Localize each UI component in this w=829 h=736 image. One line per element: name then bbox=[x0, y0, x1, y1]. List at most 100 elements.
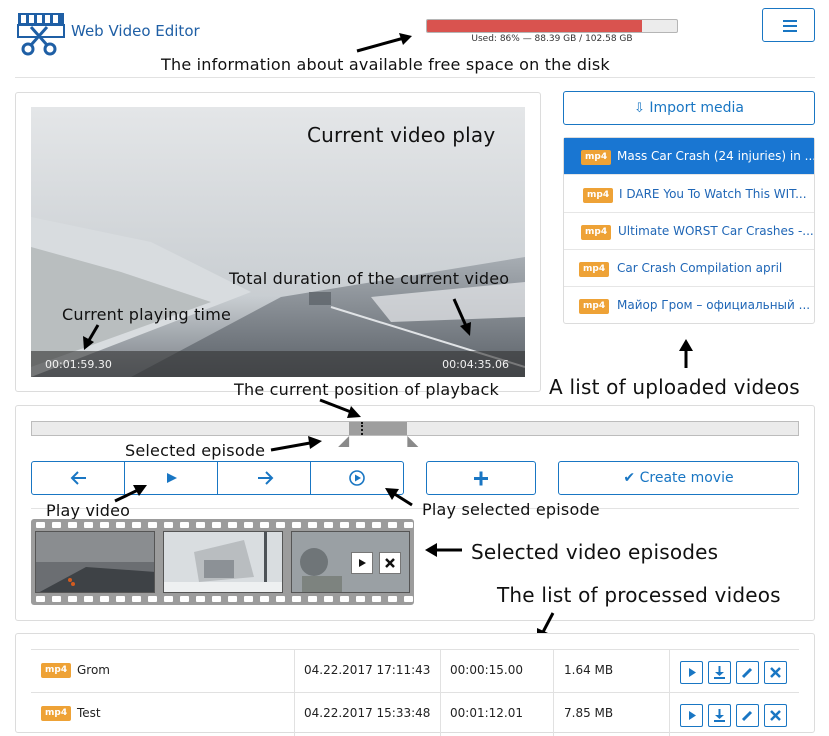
disk-usage-bar bbox=[426, 19, 678, 33]
current-playing-time: 00:01:59.30 bbox=[45, 358, 112, 371]
annotation-disk-info: The information about available free spa… bbox=[161, 55, 610, 74]
video-date: 04.22.2017 17:11:43 bbox=[304, 663, 431, 677]
film-sprocket-hole bbox=[260, 522, 269, 528]
episode-thumbnail[interactable] bbox=[163, 531, 283, 593]
film-sprocket-hole bbox=[84, 596, 93, 602]
annotation-total-duration: Total duration of the current video bbox=[229, 269, 510, 288]
next-button[interactable] bbox=[218, 462, 311, 494]
selection-handle-right bbox=[407, 436, 419, 447]
film-sprocket-hole bbox=[196, 522, 205, 528]
film-sprocket-hole bbox=[372, 522, 381, 528]
import-icon: ⇩ bbox=[634, 101, 645, 116]
film-sprocket-hole bbox=[388, 522, 397, 528]
media-list-item[interactable]: mp4 Майор Гром – официальный ... bbox=[564, 287, 814, 324]
table-cell: 1.64 MB bbox=[553, 650, 613, 693]
table-row[interactable]: mp4 Grom 04.22.2017 17:11:43 00:00:15.00… bbox=[31, 649, 799, 693]
add-episode-button[interactable] bbox=[426, 461, 536, 495]
table-cell: 00:00:15.00 bbox=[440, 650, 523, 693]
media-list-item[interactable]: mp4 I DARE You To Watch This WIT... bbox=[564, 176, 814, 213]
media-title: Майор Гром – официальный ... bbox=[617, 298, 811, 312]
import-media-button[interactable]: ⇩ Import media bbox=[563, 91, 815, 125]
media-title: Car Crash Compilation april bbox=[617, 261, 783, 275]
film-sprocket-hole bbox=[132, 522, 141, 528]
film-sprocket-hole bbox=[180, 522, 189, 528]
film-sprocket-hole bbox=[276, 596, 285, 602]
episode-thumbnail-image bbox=[164, 532, 282, 592]
film-sprocket-hole bbox=[404, 522, 413, 528]
film-sprocket-hole bbox=[52, 596, 61, 602]
film-sprocket-hole bbox=[340, 596, 349, 602]
format-badge: mp4 bbox=[41, 706, 72, 721]
film-sprocket-hole bbox=[148, 522, 157, 528]
delete-button[interactable] bbox=[764, 661, 787, 684]
film-sprocket-hole bbox=[228, 522, 237, 528]
selection-handle-left bbox=[338, 436, 350, 447]
episode-thumbnail[interactable] bbox=[291, 531, 410, 593]
episode-play-button[interactable] bbox=[351, 552, 373, 574]
import-media-label: Import media bbox=[649, 100, 744, 116]
close-icon bbox=[770, 667, 781, 678]
app-logo bbox=[15, 9, 67, 57]
film-sprocket-hole bbox=[132, 596, 141, 602]
divider bbox=[31, 508, 799, 509]
format-badge: mp4 bbox=[581, 150, 612, 165]
annotation-play-selected: Play selected episode bbox=[422, 500, 600, 519]
download-button[interactable] bbox=[708, 661, 731, 684]
play-button[interactable] bbox=[680, 661, 703, 684]
format-badge: mp4 bbox=[583, 188, 614, 203]
annotation-current-video: Current video play bbox=[307, 123, 496, 147]
selected-episode-range[interactable] bbox=[349, 422, 408, 435]
selected-episodes-strip bbox=[31, 519, 414, 605]
table-cell: 00:01:12.01 bbox=[440, 693, 523, 736]
play-icon bbox=[359, 559, 366, 567]
media-list-item[interactable]: mp4 Car Crash Compilation april bbox=[564, 250, 814, 287]
plus-icon bbox=[474, 471, 488, 486]
film-sprocket-hole bbox=[212, 522, 221, 528]
disk-usage-label: Used: 86% — 88.39 GB / 102.58 GB bbox=[471, 34, 633, 44]
episode-thumbnail[interactable] bbox=[35, 531, 155, 593]
annotation-processed-list: The list of processed videos bbox=[497, 583, 781, 607]
playback-position-marker[interactable] bbox=[361, 422, 364, 435]
divider bbox=[15, 77, 815, 78]
playback-controls bbox=[31, 461, 404, 495]
annotation-arrow bbox=[114, 485, 147, 503]
film-sprocket-hole bbox=[260, 596, 269, 602]
table-row[interactable]: mp4 Test 04.22.2017 15:33:48 00:01:12.01… bbox=[31, 692, 799, 736]
menu-button[interactable] bbox=[762, 8, 815, 42]
film-sprocket-hole bbox=[196, 596, 205, 602]
film-sprocket-hole bbox=[308, 596, 317, 602]
edit-button[interactable] bbox=[736, 661, 759, 684]
film-sprocket-hole bbox=[100, 522, 109, 528]
film-sprocket-hole bbox=[36, 522, 45, 528]
media-list-item[interactable]: mp4 Mass Car Crash (24 injuries) in ... bbox=[564, 138, 814, 175]
format-badge: mp4 bbox=[581, 225, 612, 240]
video-time-bar: 00:01:59.30 00:04:35.06 bbox=[31, 351, 525, 377]
table-cell: 04.22.2017 15:33:48 bbox=[294, 693, 430, 736]
annotation-uploaded-list: A list of uploaded videos bbox=[549, 375, 800, 399]
video-name: Test bbox=[77, 706, 101, 720]
create-movie-button[interactable]: ✔ Create movie bbox=[558, 461, 799, 495]
film-sprocket-hole bbox=[68, 596, 77, 602]
hamburger-menu-icon-bar bbox=[783, 30, 797, 32]
film-sprocket-hole bbox=[164, 522, 173, 528]
timeline-track[interactable] bbox=[31, 421, 799, 436]
video-size: 1.64 MB bbox=[564, 663, 614, 677]
film-sprocket-hole bbox=[388, 596, 397, 602]
annotation-arrow bbox=[319, 398, 361, 418]
media-list-item[interactable]: mp4 Ultimate WORST Car Crashes -... bbox=[564, 213, 814, 250]
film-sprocket-hole bbox=[340, 522, 349, 528]
film-scissors-logo-icon bbox=[17, 13, 65, 56]
video-duration: 00:00:15.00 bbox=[450, 663, 523, 677]
video-name: Grom bbox=[77, 663, 110, 677]
film-sprocket-hole bbox=[356, 596, 365, 602]
episode-remove-button[interactable] bbox=[379, 552, 401, 574]
film-sprocket-hole bbox=[116, 596, 125, 602]
annotation-selected-episode: Selected episode bbox=[125, 441, 266, 460]
close-icon bbox=[385, 558, 395, 568]
film-sprocket-hole bbox=[276, 522, 285, 528]
annotation-arrow bbox=[385, 488, 413, 507]
media-title: I DARE You To Watch This WIT... bbox=[619, 187, 807, 201]
format-badge: mp4 bbox=[579, 262, 610, 277]
film-sprocket-hole bbox=[404, 596, 413, 602]
annotation-arrow bbox=[356, 33, 412, 53]
